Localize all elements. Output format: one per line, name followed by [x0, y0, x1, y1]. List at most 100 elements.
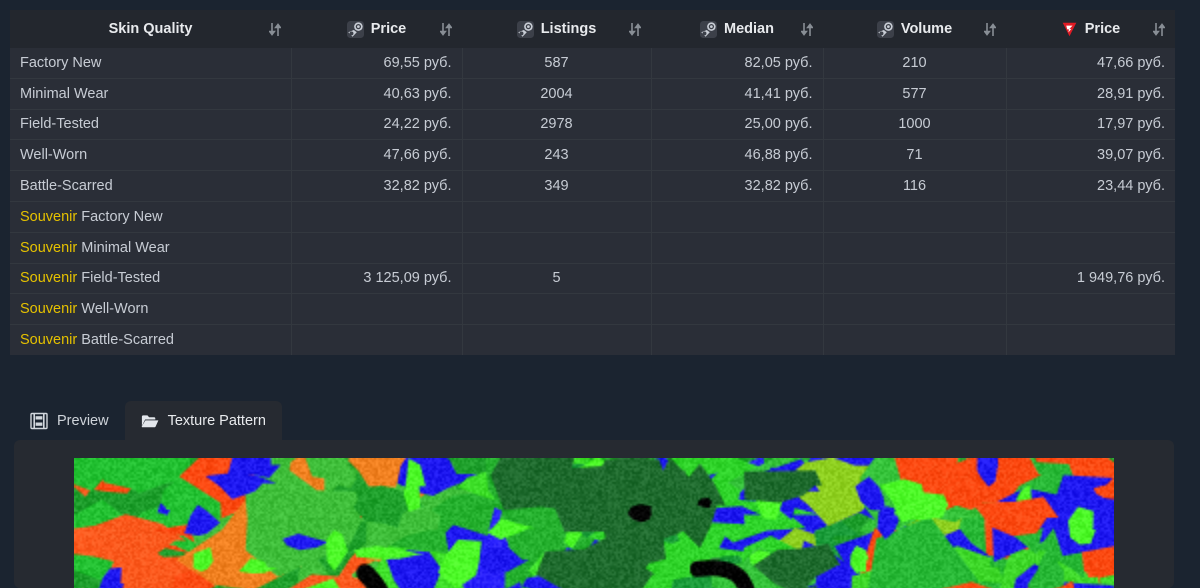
steam-icon [700, 20, 718, 38]
souvenir-label: Souvenir [20, 208, 78, 225]
skin-quality-table: Skin Quality Price Listings Median Volum… [10, 10, 1175, 355]
column-header-steam-price[interactable]: Price [291, 10, 462, 48]
cell-market-price: 17,97 руб. [1006, 109, 1175, 141]
cell-volume [823, 324, 1007, 355]
column-label-volume: Volume [900, 21, 953, 37]
column-header-median[interactable]: Median [651, 10, 823, 48]
table-row[interactable]: Souvenir Well-Worn [10, 293, 1175, 326]
cell-market-price [1006, 232, 1175, 264]
tab-texture-pattern[interactable]: Texture Pattern [124, 401, 282, 441]
cell-market-price [1006, 201, 1175, 233]
cell-median [651, 263, 824, 295]
table-row[interactable]: Factory New 69,55 руб. 587 82,05 руб. 210 47,… [10, 48, 1175, 79]
quality-label: Battle-Scarred [81, 332, 174, 349]
cell-skin-quality: Souvenir Well-Worn [10, 293, 292, 326]
column-label-median: Median [724, 21, 774, 37]
table-row[interactable]: Souvenir Battle-Scarred [10, 324, 1175, 355]
steam-icon [876, 20, 894, 38]
table-body: Factory New 69,55 руб. 587 82,05 руб. 210 47,… [10, 48, 1175, 355]
column-label-steam-price: Price [370, 21, 407, 37]
skin-quality-table-container: Skin Quality Price Listings Median Volum… [10, 10, 1175, 355]
quality-label: Field-Tested [20, 116, 99, 133]
texture-pattern-image[interactable] [74, 458, 1114, 588]
cell-median [651, 201, 824, 233]
cell-steam-price: 3 125,09 руб. [291, 263, 463, 295]
souvenir-label: Souvenir [20, 301, 78, 318]
cell-volume [823, 263, 1007, 295]
sort-icon-median[interactable] [800, 22, 814, 37]
cell-market-price: 47,66 руб. [1006, 48, 1175, 79]
cell-median [651, 232, 824, 264]
cell-listings: 2004 [462, 78, 652, 110]
cell-steam-price [291, 232, 463, 264]
quality-label: Minimal Wear [20, 85, 109, 102]
cell-skin-quality: Field-Tested [10, 109, 292, 141]
column-label-skin-quality: Skin Quality [108, 21, 193, 37]
sort-icon-listings[interactable] [628, 22, 642, 37]
cell-listings [462, 232, 652, 264]
sort-icon-steam-price[interactable] [439, 22, 453, 37]
tab-preview[interactable]: Preview [14, 401, 125, 441]
cell-listings: 243 [462, 139, 652, 172]
table-header-row: Skin Quality Price Listings Median Volum… [10, 10, 1175, 48]
tab-texture-pattern-label: Texture Pattern [167, 413, 266, 429]
cell-median: 46,88 руб. [651, 139, 824, 172]
cell-listings [462, 201, 652, 233]
table-row[interactable]: Souvenir Minimal Wear [10, 232, 1175, 264]
table-row[interactable]: Souvenir Factory New [10, 201, 1175, 233]
cell-steam-price [291, 201, 463, 233]
cell-market-price: 1 949,76 руб. [1006, 263, 1175, 295]
table-row[interactable]: Souvenir Field-Tested 3 125,09 руб. 5 1 949… [10, 263, 1175, 295]
sort-icon-volume[interactable] [983, 22, 997, 37]
cell-skin-quality: Souvenir Factory New [10, 201, 292, 233]
cell-volume [823, 201, 1007, 233]
quality-label: Battle-Scarred [20, 178, 113, 195]
cell-market-price: 28,91 руб. [1006, 78, 1175, 110]
table-row[interactable]: Well-Worn 47,66 руб. 243 46,88 руб. 71 39,07 … [10, 139, 1175, 172]
cell-median: 25,00 руб. [651, 109, 824, 141]
table-row[interactable]: Battle-Scarred 32,82 руб. 349 32,82 руб. 116… [10, 170, 1175, 202]
steam-icon [516, 20, 534, 38]
cell-listings: 5 [462, 263, 652, 295]
folder-open-icon [141, 412, 159, 430]
cell-steam-price: 32,82 руб. [291, 170, 463, 202]
quality-label: Minimal Wear [81, 239, 170, 256]
cell-volume [823, 293, 1007, 326]
sort-icon-market-price[interactable] [1152, 22, 1166, 37]
steam-icon [346, 20, 364, 38]
cell-skin-quality: Souvenir Minimal Wear [10, 232, 292, 264]
quality-label: Field-Tested [81, 270, 161, 287]
column-header-listings[interactable]: Listings [462, 10, 651, 48]
cell-skin-quality: Souvenir Field-Tested [10, 263, 292, 295]
cell-market-price: 23,44 руб. [1006, 170, 1175, 202]
cell-steam-price: 69,55 руб. [291, 48, 463, 79]
sort-icon-skin-quality[interactable] [268, 22, 282, 37]
cell-skin-quality: Minimal Wear [10, 78, 292, 110]
cell-volume [823, 232, 1007, 264]
cell-volume: 210 [823, 48, 1007, 79]
cell-listings [462, 324, 652, 355]
cell-skin-quality: Well-Worn [10, 139, 292, 172]
cell-steam-price: 40,63 руб. [291, 78, 463, 110]
cell-market-price [1006, 293, 1175, 326]
cell-listings: 2978 [462, 109, 652, 141]
table-row[interactable]: Minimal Wear 40,63 руб. 2004 41,41 руб. 577 2… [10, 78, 1175, 110]
quality-label: Factory New [81, 208, 163, 225]
column-header-market-price[interactable]: Price [1006, 10, 1175, 48]
cell-volume: 577 [823, 78, 1007, 110]
cell-steam-price: 24,22 руб. [291, 109, 463, 141]
texture-canvas [74, 458, 1114, 588]
cell-median [651, 293, 824, 326]
table-row[interactable]: Field-Tested 24,22 руб. 2978 25,00 руб. 1000… [10, 109, 1175, 141]
column-header-skin-quality[interactable]: Skin Quality [10, 10, 291, 48]
skin-market-page: Skin Quality Price Listings Median Volum… [0, 0, 1200, 588]
cell-steam-price [291, 293, 463, 326]
cell-listings: 349 [462, 170, 652, 202]
cell-volume: 71 [823, 139, 1007, 172]
column-header-volume[interactable]: Volume [823, 10, 1006, 48]
souvenir-label: Souvenir [20, 332, 78, 349]
cell-skin-quality: Factory New [10, 48, 292, 79]
cell-market-price [1006, 324, 1175, 355]
cell-listings [462, 293, 652, 326]
texture-pattern-panel [14, 440, 1174, 588]
